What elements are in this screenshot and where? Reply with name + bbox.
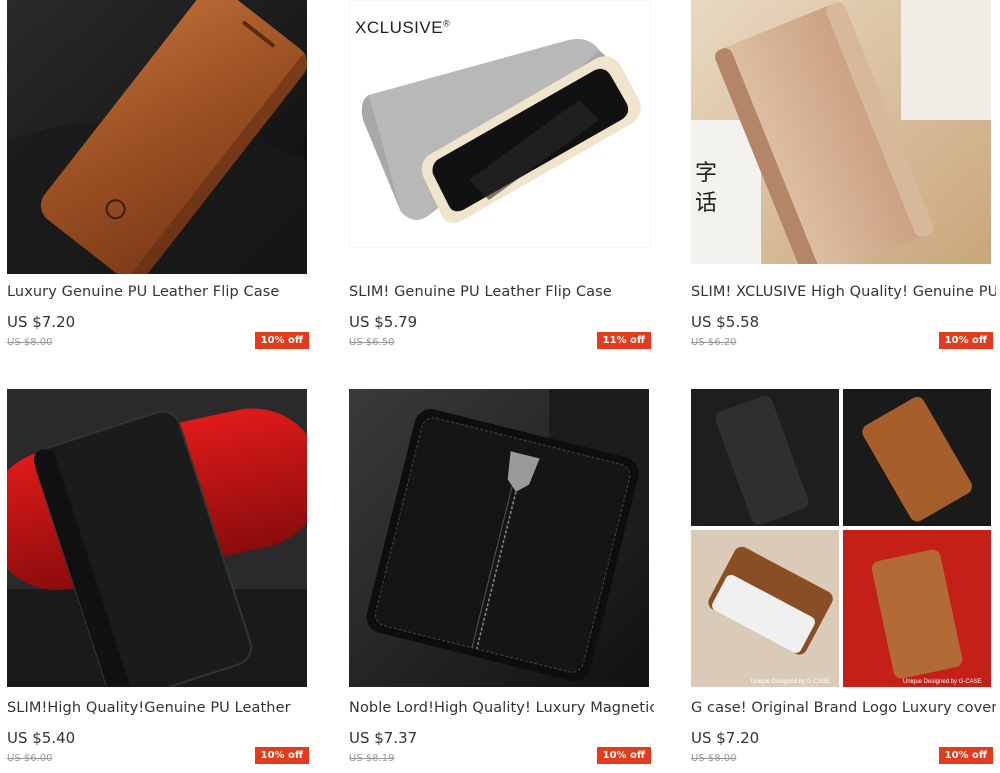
original-price: US $6.20 bbox=[691, 337, 737, 348]
discount-badge: 10% off bbox=[254, 332, 309, 349]
original-price: US $8.00 bbox=[7, 337, 53, 348]
product-title[interactable]: SLIM! Genuine PU Leather Flip Case bbox=[349, 284, 654, 300]
product-title[interactable]: G case! Original Brand Logo Luxury cover bbox=[691, 700, 996, 716]
product-image[interactable]: 字 话 bbox=[691, 0, 991, 264]
brand-logo: XCLUSIVE® bbox=[355, 18, 451, 37]
svg-text:话: 话 bbox=[695, 191, 717, 216]
product-title[interactable]: SLIM!High Quality!Genuine PU Leather bbox=[7, 700, 312, 716]
original-price: US $6.50 bbox=[349, 337, 395, 348]
image-caption: Unique Designed by G-CASE bbox=[903, 679, 982, 685]
image-caption: Unique Designed by G-CASE bbox=[751, 679, 830, 685]
discount-badge: 10% off bbox=[596, 747, 651, 764]
svg-text:字: 字 bbox=[695, 161, 717, 186]
product-price: US $7.20 bbox=[7, 313, 76, 331]
product-title[interactable]: Luxury Genuine PU Leather Flip Case bbox=[7, 284, 312, 300]
product-price: US $7.37 bbox=[349, 729, 418, 747]
product-image[interactable] bbox=[349, 389, 649, 687]
product-price: US $5.58 bbox=[691, 313, 760, 331]
product-image[interactable]: Unique Designed by G-CASE Unique Designe… bbox=[691, 389, 991, 687]
product-price: US $5.40 bbox=[7, 729, 76, 747]
original-price: US $8.19 bbox=[349, 753, 395, 764]
discount-badge: 10% off bbox=[254, 747, 309, 764]
discount-badge: 10% off bbox=[938, 332, 993, 349]
product-image[interactable] bbox=[7, 0, 307, 274]
discount-badge: 11% off bbox=[596, 332, 651, 349]
original-price: US $6.00 bbox=[7, 753, 53, 764]
discount-badge: 10% off bbox=[938, 747, 993, 764]
product-title[interactable]: SLIM! XCLUSIVE High Quality! Genuine PU bbox=[691, 284, 996, 300]
product-price: US $5.79 bbox=[349, 313, 418, 331]
product-title[interactable]: Noble Lord!High Quality! Luxury Magnetic bbox=[349, 700, 654, 716]
product-image[interactable]: XCLUSIVE® bbox=[349, 0, 651, 248]
product-image[interactable] bbox=[7, 389, 307, 687]
product-price: US $7.20 bbox=[691, 729, 760, 747]
original-price: US $8.00 bbox=[691, 753, 737, 764]
